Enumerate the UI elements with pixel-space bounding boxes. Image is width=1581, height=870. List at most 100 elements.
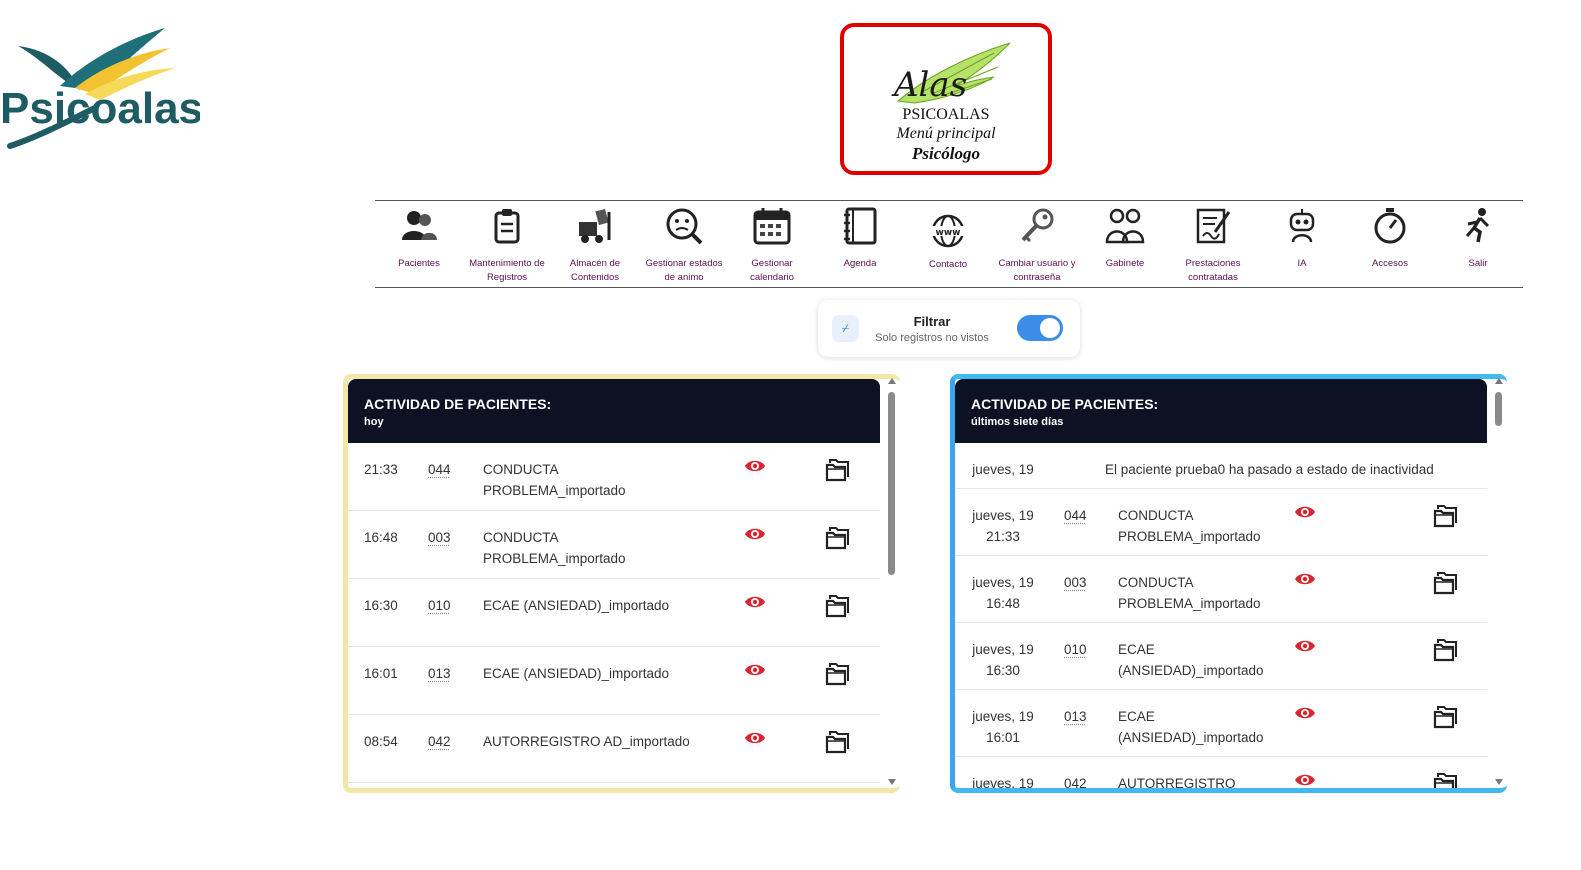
title-line-1: PSICOALAS <box>902 106 990 123</box>
description-line: AUTORREGISTRO <box>1118 776 1236 791</box>
description-line: CONDUCTA <box>1118 508 1194 523</box>
scroll-up-arrow[interactable] <box>888 378 896 384</box>
open-folder-icon[interactable] <box>1432 769 1460 788</box>
filter-icon: ⌿ <box>832 315 859 342</box>
menu-item-salir[interactable]: Salir <box>1434 201 1522 287</box>
activity-panel-week: ACTIVIDAD DE PACIENTES: últimos siete dí… <box>950 374 1507 793</box>
table-row: jueves, 19 21:33 044 CONDUCTA PROBLEMA_impor… <box>955 489 1487 556</box>
view-eye-icon[interactable] <box>744 458 766 474</box>
view-eye-icon[interactable] <box>1294 772 1316 788</box>
key-icon <box>1021 208 1054 243</box>
menu-label: Prestaciones contratadas <box>1185 258 1241 283</box>
row-time: 16:30 <box>986 663 1020 678</box>
view-eye-icon[interactable] <box>1294 638 1316 654</box>
open-folder-icon[interactable] <box>1432 568 1460 596</box>
panel-subtitle: últimos siete días <box>971 416 1064 428</box>
open-folder-icon[interactable] <box>1432 635 1460 663</box>
menu-item-pacientes[interactable]: Pacientes <box>375 201 463 287</box>
menu-item-ia[interactable]: IA <box>1258 201 1346 287</box>
filter-toggle[interactable] <box>1017 315 1063 341</box>
row-time: 08:54 <box>364 734 398 749</box>
menu-item-prestaciones[interactable]: Prestaciones contratadas <box>1169 201 1257 287</box>
menu-item-accesos[interactable]: Accesos <box>1346 201 1434 287</box>
patient-code-link[interactable]: 044 <box>1064 505 1087 526</box>
scroll-down-arrow[interactable] <box>888 779 896 785</box>
table-row: 21:33 044 CONDUCTA PROBLEMA_importado <box>348 443 880 511</box>
menu-item-gabinete[interactable]: Gabinete <box>1081 201 1169 287</box>
patient-code-link[interactable]: 003 <box>1064 572 1087 593</box>
open-folder-icon[interactable] <box>1432 702 1460 730</box>
patient-code-link[interactable]: 042 <box>428 731 451 752</box>
table-row: jueves, 19 16:30 010 ECAE (ANSIEDAD)_importa… <box>955 623 1487 690</box>
table-row <box>348 783 880 788</box>
scrollbar-left[interactable] <box>885 374 899 793</box>
row-day: jueves, 19 <box>972 709 1034 724</box>
menu-item-estados-animo[interactable]: Gestionar estados de animo <box>640 201 728 287</box>
scroll-up-arrow[interactable] <box>1495 378 1503 384</box>
menu-label: Almacén de Contenidos <box>569 258 621 283</box>
patient-code-link[interactable]: 013 <box>1064 706 1087 727</box>
row-day: jueves, 19 <box>972 508 1034 523</box>
row-datetime: jueves, 19 16:01 <box>971 706 1035 748</box>
view-eye-icon[interactable] <box>1294 504 1316 520</box>
view-eye-icon[interactable] <box>744 594 766 610</box>
row-time: 16:30 <box>364 598 398 613</box>
contract-sign-icon <box>1196 208 1231 244</box>
notice-row: jueves, 19 El paciente prueba0 ha pasado … <box>955 443 1487 489</box>
view-eye-icon[interactable] <box>1294 571 1316 587</box>
row-datetime: jueves, 19 21:33 <box>971 505 1035 547</box>
description-line: PROBLEMA_importado <box>483 551 626 566</box>
row-description: AUTORREGISTRO AD_importado <box>483 731 690 752</box>
patient-code-link[interactable]: 010 <box>1064 639 1087 660</box>
row-datetime: jueves, 19 16:30 <box>971 639 1035 681</box>
patient-code-link[interactable]: 042 <box>1064 773 1087 788</box>
menu-label: Agenda <box>843 258 877 269</box>
open-folder-icon[interactable] <box>1432 501 1460 529</box>
menu-item-almacen-contenidos[interactable]: Almacén de Contenidos <box>551 201 639 287</box>
scroll-thumb[interactable] <box>888 392 895 575</box>
mood-search-icon <box>666 208 703 245</box>
panel-header: ACTIVIDAD DE PACIENTES: hoy <box>348 379 880 443</box>
toggle-knob <box>1040 318 1060 338</box>
filter-title: Filtrar <box>913 314 951 329</box>
menu-item-contacto[interactable]: www Contacto <box>904 201 992 287</box>
patient-code-link[interactable]: 010 <box>428 595 451 616</box>
row-time: 21:33 <box>364 462 398 477</box>
open-folder-icon[interactable] <box>824 591 852 619</box>
description-line: ECAE <box>1118 642 1155 657</box>
doctors-icon <box>1105 208 1145 244</box>
patient-code-link[interactable]: 044 <box>428 459 451 480</box>
menu-label: Contacto <box>928 259 968 270</box>
description-line: ECAE <box>1118 709 1155 724</box>
filter-card: ⌿ Filtrar Solo registros no vistos <box>818 300 1080 357</box>
description-line: PROBLEMA_importado <box>1118 596 1261 611</box>
menu-label: Accesos <box>1372 258 1408 269</box>
scroll-down-arrow[interactable] <box>1495 779 1503 785</box>
view-eye-icon[interactable] <box>744 730 766 746</box>
scrollbar-right[interactable] <box>1492 374 1506 793</box>
menu-label: IA <box>1297 258 1307 269</box>
table-row: jueves, 19 16:48 003 CONDUCTA PROBLEMA_impor… <box>955 556 1487 623</box>
menu-item-mantenimiento-registros[interactable]: Mantenimiento de Registros <box>463 201 551 287</box>
table-row: 16:01 013 ECAE (ANSIEDAD)_importado <box>348 647 880 715</box>
row-description: CONDUCTA PROBLEMA_importado <box>1118 572 1261 614</box>
view-eye-icon[interactable] <box>1294 705 1316 721</box>
row-description: ECAE (ANSIEDAD)_importado <box>483 595 669 616</box>
menu-item-agenda[interactable]: Agenda <box>816 201 904 287</box>
main-menu-bar: Pacientes Mantenimiento de Registros Alm… <box>375 200 1523 288</box>
activity-list: 21:33 044 CONDUCTA PROBLEMA_importado 16:48 0… <box>348 443 880 788</box>
open-folder-icon[interactable] <box>824 455 852 483</box>
table-row: jueves, 19 042 AUTORREGISTRO <box>955 757 1487 791</box>
scroll-thumb[interactable] <box>1495 392 1502 426</box>
open-folder-icon[interactable] <box>824 523 852 551</box>
patient-code-link[interactable]: 003 <box>428 527 451 548</box>
menu-item-calendario[interactable]: Gestionar calendario <box>728 201 816 287</box>
row-day: jueves, 19 <box>972 575 1034 590</box>
row-description: CONDUCTA PROBLEMA_importado <box>483 527 626 569</box>
open-folder-icon[interactable] <box>824 659 852 687</box>
open-folder-icon[interactable] <box>824 727 852 755</box>
view-eye-icon[interactable] <box>744 526 766 542</box>
patient-code-link[interactable]: 013 <box>428 663 451 684</box>
menu-item-cambiar-usuario[interactable]: Cambiar usuario y contraseña <box>993 201 1081 287</box>
view-eye-icon[interactable] <box>744 662 766 678</box>
